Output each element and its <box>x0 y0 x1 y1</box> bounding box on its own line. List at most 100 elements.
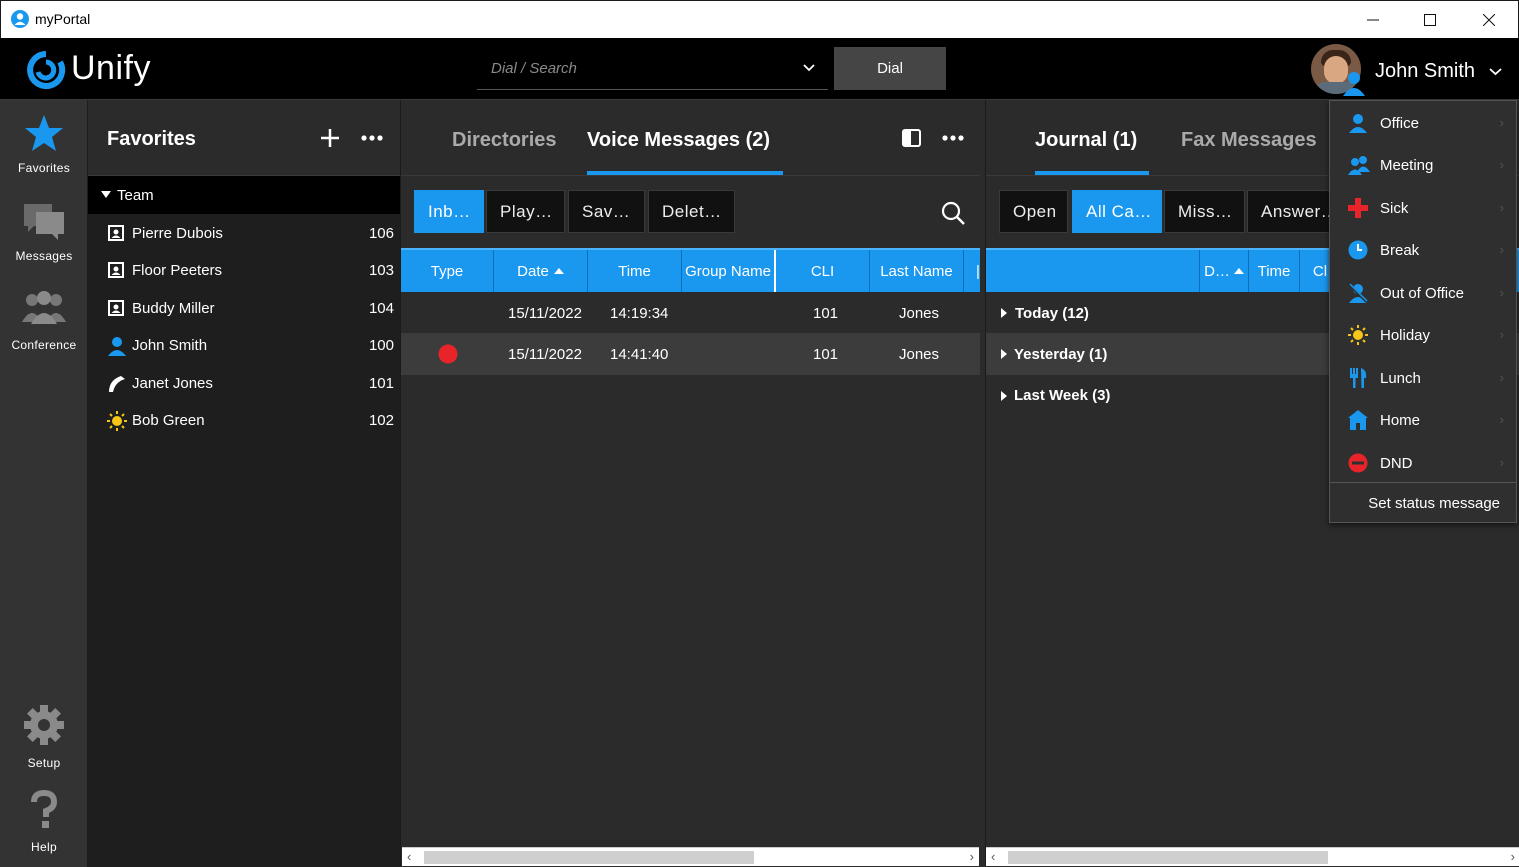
favorite-contact-row[interactable]: Pierre Dubois 106 <box>88 215 400 252</box>
table-row[interactable]: 15/11/2022 14:19:34 101 Jones <box>401 292 980 333</box>
nav-favorites[interactable]: Favorites <box>0 114 88 175</box>
add-icon[interactable] <box>320 128 340 148</box>
col-date[interactable]: Date <box>494 250 588 292</box>
maximize-icon <box>1424 14 1436 26</box>
favorite-contact-row[interactable]: John Smith 100 <box>88 327 400 364</box>
scroll-thumb[interactable] <box>424 851 754 864</box>
star-icon <box>25 115 63 151</box>
table-row[interactable]: 15/11/2022 14:41:40 101 Jones <box>401 333 980 375</box>
favorites-title: Favorites <box>107 128 196 150</box>
nav-help-label: Help <box>31 840 57 854</box>
status-item-dnd[interactable]: DND › <box>1330 442 1516 484</box>
more-icon[interactable] <box>361 135 383 141</box>
nav-conference[interactable]: Conference <box>0 290 88 352</box>
cell-cli: 101 <box>813 346 839 363</box>
col-type[interactable]: Type <box>401 250 494 292</box>
unify-logo-icon <box>27 51 66 89</box>
person-office-icon <box>107 336 126 356</box>
status-item-break[interactable]: Break › <box>1330 229 1516 271</box>
play-button[interactable]: Play… <box>486 190 565 233</box>
favorite-contact-row[interactable]: Bob Green 102 <box>88 402 400 439</box>
status-item-office[interactable]: Office › <box>1330 102 1516 144</box>
dial-button[interactable]: Dial <box>834 47 946 90</box>
horizontal-scrollbar[interactable]: ‹ › <box>402 847 979 866</box>
col-time[interactable]: Time <box>588 250 682 292</box>
contact-card-icon <box>107 224 125 242</box>
missed-filter-button[interactable]: Miss… <box>1164 190 1245 233</box>
inbox-button[interactable]: Inb… <box>414 190 484 233</box>
all-calls-filter-button[interactable]: All Ca… <box>1072 190 1162 233</box>
contact-name: Buddy Miller <box>132 300 215 317</box>
dial-search-input[interactable] <box>477 47 797 90</box>
status-item-out-of-office[interactable]: Out of Office › <box>1330 272 1516 314</box>
status-item-label: Meeting <box>1380 157 1434 174</box>
left-nav: Favorites Messages Conference Setup Help <box>0 100 88 867</box>
conference-icon <box>22 291 66 324</box>
minimize-button[interactable] <box>1350 7 1396 33</box>
tab-voice-messages[interactable]: Voice Messages (2) <box>587 129 770 152</box>
dial-search-box[interactable] <box>477 47 828 90</box>
status-item-lunch[interactable]: Lunch › <box>1330 357 1516 399</box>
horizontal-scrollbar[interactable]: ‹ › <box>986 847 1519 866</box>
group-label: Team <box>117 187 154 204</box>
search-icon[interactable] <box>941 201 965 225</box>
nav-setup[interactable]: Setup <box>0 703 88 770</box>
col-group-name[interactable]: Group Name <box>682 250 776 292</box>
scroll-thumb[interactable] <box>1008 851 1328 864</box>
status-item-label: DND <box>1380 455 1413 472</box>
favorite-contact-row[interactable]: Janet Jones 101 <box>88 365 400 402</box>
col-last-name[interactable]: Last Name <box>870 250 964 292</box>
contact-extension: 103 <box>368 262 394 279</box>
delete-button[interactable]: Delet… <box>648 190 735 233</box>
status-item-home[interactable]: Home › <box>1330 399 1516 441</box>
favorites-header: Favorites <box>88 100 400 176</box>
status-item-label: Sick <box>1380 200 1409 217</box>
close-icon <box>1483 14 1495 26</box>
set-status-message-button[interactable]: Set status message <box>1330 483 1516 523</box>
more-icon[interactable] <box>942 135 964 141</box>
close-button[interactable] <box>1466 7 1512 33</box>
nav-messages[interactable]: Messages <box>0 200 88 263</box>
office-status-icon <box>1343 72 1365 96</box>
answered-filter-button[interactable]: Answer… <box>1247 190 1337 233</box>
caret-right-icon <box>1001 308 1007 318</box>
group-team[interactable]: Team <box>88 176 400 214</box>
favorite-contact-row[interactable]: Buddy Miller 104 <box>88 290 400 327</box>
open-filter-button[interactable]: Open <box>999 190 1068 233</box>
status-item-sick[interactable]: Sick › <box>1330 187 1516 229</box>
layout-toggle-icon[interactable] <box>902 129 921 147</box>
col-date[interactable]: D… <box>1200 250 1249 292</box>
scroll-right-icon[interactable]: › <box>970 849 974 864</box>
chevron-right-icon: › <box>1499 370 1504 385</box>
maximize-button[interactable] <box>1407 7 1453 33</box>
tab-directories[interactable]: Directories <box>452 129 557 152</box>
chevron-down-icon[interactable] <box>803 64 815 72</box>
col-time[interactable]: Time <box>1249 250 1300 292</box>
active-tab-indicator <box>1035 171 1149 175</box>
sort-asc-icon <box>1233 268 1244 274</box>
col-cli[interactable]: CLI <box>776 250 870 292</box>
contact-name: Bob Green <box>132 412 205 429</box>
new-message-dot-icon <box>438 344 458 364</box>
nav-help[interactable]: Help <box>0 789 88 854</box>
tab-fax-messages[interactable]: Fax Messages <box>1181 129 1317 152</box>
scroll-left-icon[interactable]: ‹ <box>991 849 995 864</box>
voice-table-header: Type Date Time Group Name CLI Last Name … <box>401 248 980 292</box>
scroll-left-icon[interactable]: ‹ <box>407 849 411 864</box>
center-tabbar: Directories Voice Messages (2) <box>401 100 980 176</box>
status-item-holiday[interactable]: Holiday › <box>1330 314 1516 356</box>
status-item-meeting[interactable]: Meeting › <box>1330 144 1516 186</box>
clock-icon <box>1348 240 1368 260</box>
user-name[interactable]: John Smith <box>1375 60 1475 83</box>
save-button[interactable]: Sav… <box>568 190 645 233</box>
cell-cli: 101 <box>813 305 839 322</box>
favorite-contact-row[interactable]: Floor Peeters 103 <box>88 252 400 289</box>
nav-messages-label: Messages <box>15 249 73 263</box>
col-blank <box>986 250 1200 292</box>
status-item-label: Lunch <box>1380 370 1421 387</box>
scroll-right-icon[interactable]: › <box>1511 849 1515 864</box>
cell-time: 14:41:40 <box>610 346 669 363</box>
contact-extension: 104 <box>368 300 394 317</box>
tab-journal[interactable]: Journal (1) <box>1035 129 1137 152</box>
user-menu-chevron-icon[interactable] <box>1489 68 1502 76</box>
